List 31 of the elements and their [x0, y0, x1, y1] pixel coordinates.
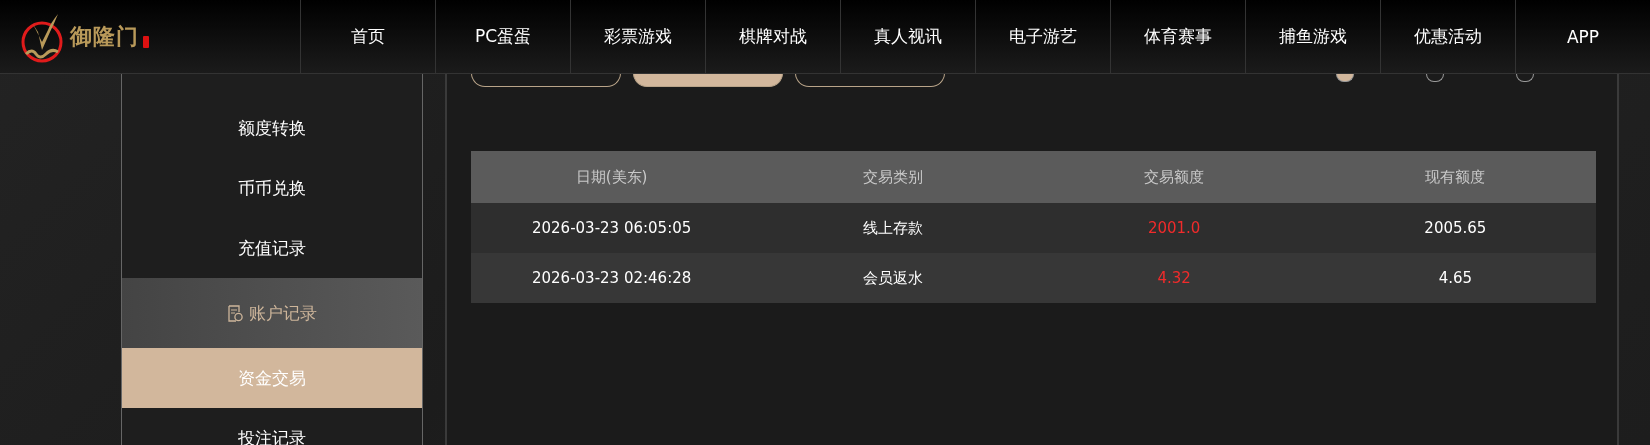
- table-cell-text: 4.32: [1156, 268, 1192, 289]
- nav-link[interactable]: PC蛋蛋: [435, 0, 570, 73]
- logo-text: 御隆门: [70, 22, 139, 51]
- column-header: 交易类别: [861, 166, 924, 188]
- column-header: 交易额度: [1143, 166, 1206, 188]
- radio-button[interactable]: [1336, 73, 1354, 82]
- nav-link[interactable]: 优惠活动: [1380, 0, 1515, 73]
- nav-link[interactable]: 捕鱼游戏: [1245, 0, 1380, 73]
- nav-link[interactable]: 棋牌对战: [705, 0, 840, 73]
- document-coin-icon: [227, 304, 243, 322]
- table-cell-text: 2026-03-23 02:46:28: [530, 268, 693, 289]
- sidebar-item[interactable]: 币币兑换: [122, 158, 422, 218]
- sidebar-item[interactable]: 充值记录: [122, 218, 422, 278]
- table-cell-text: 4.65: [1437, 268, 1474, 289]
- table-cell-text: 2001.0: [1146, 218, 1202, 239]
- sidebar-group[interactable]: 账户记录: [122, 278, 422, 348]
- nav-link[interactable]: 首页: [300, 0, 435, 73]
- table-cell-text: 线上存款: [861, 217, 924, 239]
- nav-link[interactable]: 体育赛事: [1110, 0, 1245, 73]
- nav-link[interactable]: 彩票游戏: [570, 0, 705, 73]
- table-cell-text: 2026-03-23 06:05:05: [530, 218, 693, 239]
- column-header: 日期(美东): [574, 166, 649, 188]
- group-label: 账户记录: [248, 301, 317, 325]
- nav-link[interactable]: APP: [1515, 0, 1650, 73]
- nav-link[interactable]: 真人视讯: [840, 0, 975, 73]
- table-cell-text: 会员返水: [861, 267, 924, 289]
- column-header: 现有额度: [1424, 166, 1487, 188]
- nav-link[interactable]: 电子游艺: [975, 0, 1110, 73]
- table-cell-text: 2005.65: [1423, 218, 1488, 239]
- seal-icon: [143, 35, 149, 48]
- sidebar-item[interactable]: 额度转换: [122, 98, 422, 158]
